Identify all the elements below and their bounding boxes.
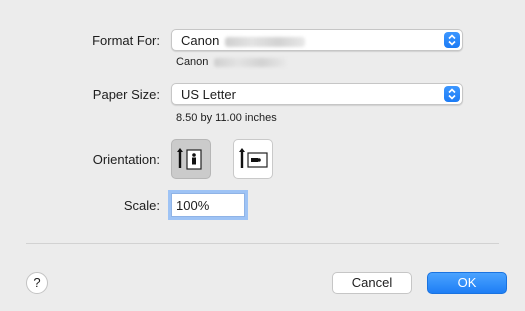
popup-stepper-icon	[444, 32, 460, 48]
redacted-printer-name	[225, 36, 306, 47]
popup-stepper-icon	[444, 86, 460, 102]
divider	[26, 243, 499, 244]
paper-size-label: Paper Size:	[92, 87, 160, 102]
ok-button[interactable]: OK	[427, 272, 507, 294]
redacted-printer-detail	[214, 57, 287, 67]
format-for-popup[interactable]: Canon	[171, 29, 463, 51]
format-for-subtext: Canon	[176, 56, 287, 68]
paper-size-value: US Letter	[181, 87, 236, 102]
format-for-value: Canon	[181, 33, 220, 48]
orientation-portrait-button[interactable]	[171, 139, 211, 179]
format-for-label: Format For:	[92, 33, 160, 48]
paper-size-popup[interactable]: US Letter	[171, 83, 463, 105]
portrait-orientation-icon	[177, 148, 202, 170]
paper-size-dimensions: 8.50 by 11.00 inches	[176, 112, 277, 124]
page-setup-dialog: Format For: Canon Canon Paper Size: US L…	[0, 0, 525, 311]
help-button[interactable]: ?	[26, 272, 48, 294]
cancel-button[interactable]: Cancel	[332, 272, 412, 294]
scale-input[interactable]: 100%	[171, 193, 245, 217]
scale-label: Scale:	[123, 198, 160, 213]
orientation-landscape-button[interactable]	[233, 139, 273, 179]
scale-value: 100%	[176, 198, 210, 213]
orientation-label: Orientation:	[92, 152, 160, 167]
landscape-orientation-icon	[239, 148, 268, 168]
